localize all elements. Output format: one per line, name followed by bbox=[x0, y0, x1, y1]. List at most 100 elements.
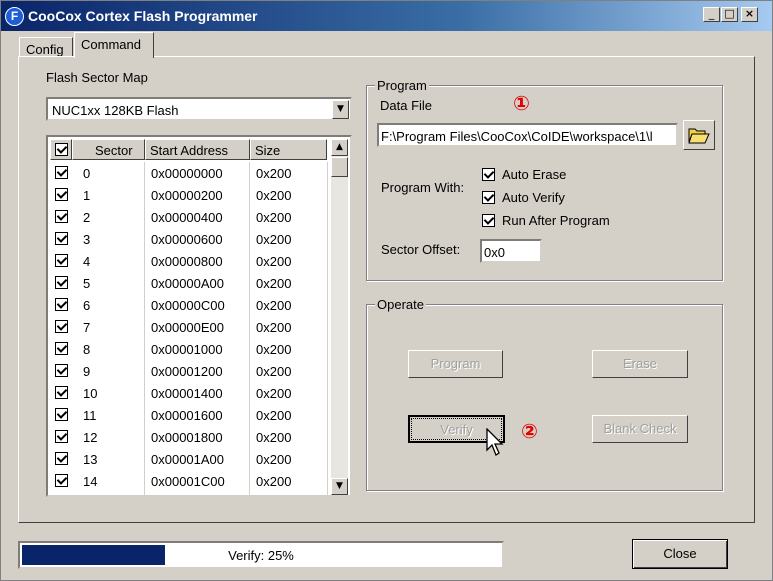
table-row[interactable]: 8 0x00001000 0x200 bbox=[50, 338, 330, 360]
tab-config[interactable]: Config bbox=[19, 37, 73, 57]
scroll-down-icon[interactable]: ▼ bbox=[331, 478, 348, 495]
progress-bar: Verify: 25% bbox=[18, 541, 504, 569]
sector-number: 11 bbox=[83, 408, 97, 423]
sector-checkbox[interactable] bbox=[55, 210, 68, 223]
table-row[interactable]: 9 0x00001200 0x200 bbox=[50, 360, 330, 382]
table-row[interactable]: 10 0x00001400 0x200 bbox=[50, 382, 330, 404]
select-all-checkbox[interactable] bbox=[55, 143, 68, 156]
program-with-label: Program With: bbox=[381, 180, 465, 195]
maximize-button[interactable]: □ bbox=[721, 7, 738, 22]
sector-start-address: 0x00001000 bbox=[151, 342, 223, 357]
run-after-program-label: Run After Program bbox=[502, 213, 610, 228]
flash-sector-map-value: NUC1xx 128KB Flash bbox=[52, 103, 179, 118]
sector-checkbox[interactable] bbox=[55, 166, 68, 179]
sector-start-address: 0x00001C00 bbox=[151, 474, 225, 489]
column-header-start-address[interactable]: Start Address bbox=[145, 139, 250, 160]
sector-number: 9 bbox=[83, 364, 91, 379]
blank-check-button[interactable]: Blank Check bbox=[592, 415, 688, 443]
program-button[interactable]: Program bbox=[408, 350, 503, 378]
table-row[interactable]: 2 0x00000400 0x200 bbox=[50, 206, 330, 228]
sector-number: 6 bbox=[83, 298, 91, 313]
table-row[interactable]: 14 0x00001C00 0x200 bbox=[50, 470, 330, 492]
table-row[interactable]: 11 0x00001600 0x200 bbox=[50, 404, 330, 426]
sector-table[interactable]: Sector Start Address Size 0 0x00000000 0x2… bbox=[46, 135, 352, 497]
auto-erase-checkbox[interactable]: Auto Erase bbox=[482, 167, 566, 182]
sector-number: 0 bbox=[83, 166, 91, 181]
flash-sector-map-select[interactable]: NUC1xx 128KB Flash ▼ bbox=[46, 97, 352, 121]
sector-checkbox[interactable] bbox=[55, 298, 68, 311]
flash-sector-map-label: Flash Sector Map bbox=[46, 70, 148, 85]
auto-verify-checkbox[interactable]: Auto Verify bbox=[482, 190, 565, 205]
sector-checkbox[interactable] bbox=[55, 188, 68, 201]
column-header-sector[interactable]: Sector bbox=[72, 139, 145, 160]
data-file-input[interactable]: F:\Program Files\CooCox\CoIDE\workspace\… bbox=[377, 123, 678, 147]
auto-erase-check[interactable] bbox=[482, 168, 495, 181]
sector-checkbox[interactable] bbox=[55, 408, 68, 421]
run-after-program-checkbox[interactable]: Run After Program bbox=[482, 213, 610, 228]
annotation-marker-2: ② bbox=[521, 419, 538, 443]
sector-start-address: 0x00001600 bbox=[151, 408, 223, 423]
table-row[interactable]: 7 0x00000E00 0x200 bbox=[50, 316, 330, 338]
sector-checkbox[interactable] bbox=[55, 386, 68, 399]
browse-button[interactable] bbox=[683, 120, 715, 150]
sector-start-address: 0x00000600 bbox=[151, 232, 223, 247]
chevron-down-icon[interactable]: ▼ bbox=[332, 100, 349, 119]
sector-checkbox[interactable] bbox=[55, 364, 68, 377]
table-row[interactable]: 5 0x00000A00 0x200 bbox=[50, 272, 330, 294]
auto-verify-label: Auto Verify bbox=[502, 190, 565, 205]
select-all-header[interactable] bbox=[50, 139, 72, 160]
sector-number: 7 bbox=[83, 320, 91, 335]
table-row[interactable]: 6 0x00000C00 0x200 bbox=[50, 294, 330, 316]
erase-button[interactable]: Erase bbox=[592, 350, 688, 378]
sector-number: 8 bbox=[83, 342, 91, 357]
sector-offset-input[interactable]: 0x0 bbox=[480, 239, 542, 263]
table-body: 0 0x00000000 0x200 1 0x00000200 0x200 2 0x00000… bbox=[50, 162, 330, 492]
data-file-label: Data File bbox=[380, 98, 433, 113]
table-row[interactable]: 13 0x00001A00 0x200 bbox=[50, 448, 330, 470]
scroll-up-icon[interactable]: ▲ bbox=[331, 139, 348, 156]
run-after-program-check[interactable] bbox=[482, 214, 495, 227]
table-row[interactable]: 0 0x00000000 0x200 bbox=[50, 162, 330, 184]
column-header-size[interactable]: Size bbox=[250, 139, 327, 160]
sector-size: 0x200 bbox=[256, 474, 292, 489]
sector-checkbox[interactable] bbox=[55, 276, 68, 289]
sector-size: 0x200 bbox=[256, 452, 292, 467]
sector-offset-value: 0x0 bbox=[484, 245, 505, 260]
sector-start-address: 0x00000400 bbox=[151, 210, 223, 225]
tab-command[interactable]: Command bbox=[74, 32, 154, 58]
sector-start-address: 0x00000E00 bbox=[151, 320, 225, 335]
sector-size: 0x200 bbox=[256, 276, 292, 291]
sector-checkbox[interactable] bbox=[55, 474, 68, 487]
minimize-button[interactable]: _ bbox=[703, 7, 720, 22]
sector-checkbox[interactable] bbox=[55, 342, 68, 355]
sector-checkbox[interactable] bbox=[55, 232, 68, 245]
table-row[interactable]: 4 0x00000800 0x200 bbox=[50, 250, 330, 272]
sector-checkbox[interactable] bbox=[55, 430, 68, 443]
progress-text: Verify: 25% bbox=[228, 548, 294, 563]
sector-size: 0x200 bbox=[256, 298, 292, 313]
sector-start-address: 0x00000800 bbox=[151, 254, 223, 269]
table-row[interactable]: 12 0x00001800 0x200 bbox=[50, 426, 330, 448]
sector-checkbox[interactable] bbox=[55, 452, 68, 465]
sector-number: 14 bbox=[83, 474, 98, 489]
vertical-scrollbar[interactable]: ▲ ▼ bbox=[331, 139, 348, 495]
sector-number: 5 bbox=[83, 276, 91, 291]
sector-size: 0x200 bbox=[256, 342, 292, 357]
sector-size: 0x200 bbox=[256, 210, 292, 225]
sector-start-address: 0x00001800 bbox=[151, 430, 223, 445]
sector-start-address: 0x00001400 bbox=[151, 386, 223, 401]
table-row[interactable]: 3 0x00000600 0x200 bbox=[50, 228, 330, 250]
scroll-thumb[interactable] bbox=[331, 157, 348, 177]
sector-size: 0x200 bbox=[256, 364, 292, 379]
auto-verify-check[interactable] bbox=[482, 191, 495, 204]
sector-checkbox[interactable] bbox=[55, 254, 68, 267]
program-group-title: Program bbox=[375, 78, 429, 93]
sector-number: 10 bbox=[83, 386, 98, 401]
table-row[interactable]: 1 0x00000200 0x200 bbox=[50, 184, 330, 206]
title-bar[interactable]: F CooCox Cortex Flash Programmer _ □ × bbox=[1, 1, 772, 31]
close-window-button[interactable]: × bbox=[741, 7, 758, 22]
sector-number: 4 bbox=[83, 254, 91, 269]
close-button[interactable]: Close bbox=[632, 539, 728, 569]
sector-checkbox[interactable] bbox=[55, 320, 68, 333]
sector-number: 12 bbox=[83, 430, 98, 445]
